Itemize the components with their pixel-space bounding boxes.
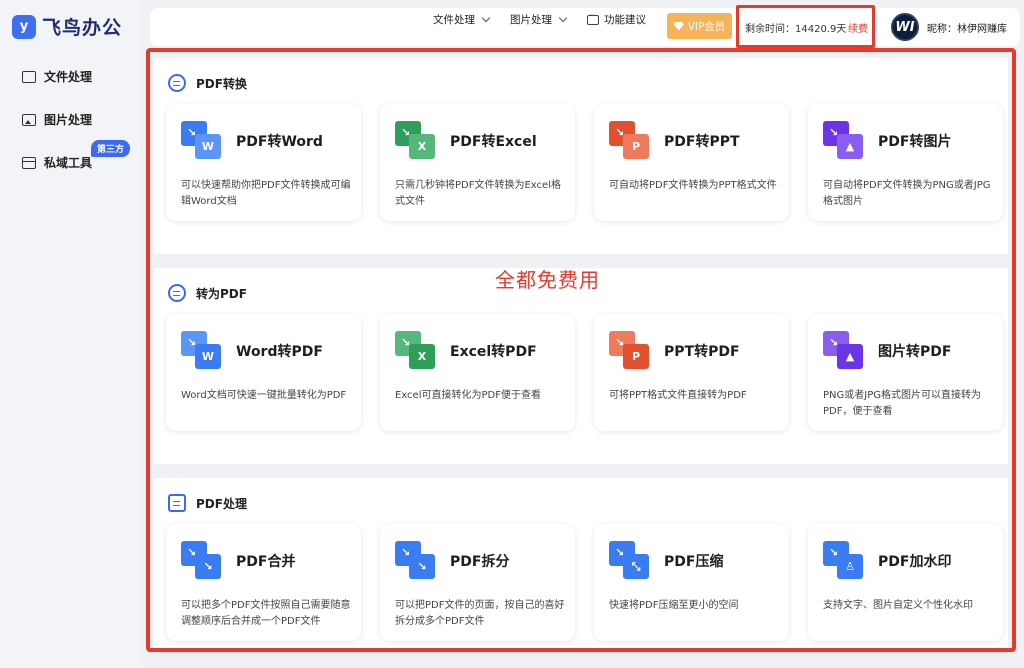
renew-link[interactable]: 续费	[848, 20, 868, 35]
image-file-icon: ↘ ▲	[823, 121, 865, 161]
card-description: 可以把PDF文件的页面，按自己的喜好拆分成多个PDF文件	[395, 600, 565, 627]
card-word-to-pdf[interactable]: ↘ W Word转PDF Word文档可快速一键批量转化为PDF	[166, 314, 361, 431]
word-file-icon: ↘ W	[181, 331, 223, 371]
nav-label: 功能建议	[604, 14, 646, 26]
card-pdf-to-word[interactable]: ↘ W PDF转Word 可以快速帮助你把PDF文件转换成可编辑Word文档	[166, 104, 361, 221]
card-description: 可自动将PDF文件转换为PNG或者JPG格式图片	[823, 180, 991, 207]
section-title-text: PDF处理	[196, 496, 247, 511]
card-title: PDF压缩	[664, 554, 724, 570]
chevron-down-icon	[558, 13, 568, 23]
section-title-text: PDF转换	[196, 76, 247, 91]
process-icon	[168, 494, 186, 512]
card-pdf-compress[interactable]: ↘ ⤡ PDF压缩快速将PDF压缩至更小的空间	[594, 524, 789, 641]
card-title: PPT转PDF	[664, 344, 740, 360]
image-icon	[22, 113, 36, 126]
ppt-file-icon: ↘ P	[609, 331, 651, 371]
merge-icon: ↘ ↘	[181, 541, 223, 581]
free-annotation: 全都免费用	[495, 268, 600, 292]
sidebar: y 飞鸟办公 文件处理 图片处理 私域工具 第三方	[0, 0, 140, 668]
main-content: PDF转换 转为PDF PDF处理 ↘ W PDF转Word 可以快速帮助你把PDF文…	[146, 48, 1016, 652]
card-title: PDF转Word	[236, 134, 323, 150]
nav-image-processing[interactable]: 图片处理	[510, 12, 568, 27]
card-pdf-to-excel[interactable]: ↘ X PDF转Excel 只需几秒钟将PDF文件转换为Excel格式文件	[380, 104, 575, 221]
card-ppt-to-pdf[interactable]: ↘ P PPT转PDF 可将PPT格式文件直接转为PDF	[594, 314, 789, 431]
avatar[interactable]: WI	[891, 13, 919, 41]
section-title: 转为PDF	[168, 284, 247, 302]
sidebar-item-label: 文件处理	[44, 70, 93, 84]
nav-label: 文件处理	[433, 14, 475, 26]
top-bar	[150, 8, 1020, 46]
card-title: Word转PDF	[236, 344, 323, 360]
chevron-down-icon	[481, 13, 491, 23]
diamond-icon	[673, 21, 684, 31]
refresh-icon	[168, 284, 186, 302]
nav-file-processing[interactable]: 文件处理	[433, 12, 491, 27]
image-file-icon: ↘ ▲	[823, 331, 865, 371]
app-logo[interactable]: y 飞鸟办公	[12, 13, 122, 40]
nav-label: 图片处理	[510, 14, 552, 26]
sidebar-item-file[interactable]: 文件处理	[22, 68, 92, 85]
card-title: 图片转PDF	[878, 344, 952, 360]
vip-button[interactable]: VIP会员	[667, 13, 732, 39]
card-title: Excel转PDF	[450, 344, 537, 360]
remaining-time: 剩余时间：14420.9天	[745, 24, 847, 35]
card-description: 只需几秒钟将PDF文件转换为Excel格式文件	[395, 180, 561, 207]
card-description: 可以把多个PDF文件按照自己需要随意调整顺序后合并成一个PDF文件	[181, 600, 351, 627]
card-pdf-split[interactable]: ↘ ↘ PDF拆分可以把PDF文件的页面，按自己的喜好拆分成多个PDF文件	[380, 524, 575, 641]
card-title: PDF合并	[236, 554, 296, 570]
sidebar-item-label: 私域工具	[44, 156, 93, 170]
vip-label: VIP会员	[687, 20, 726, 33]
card-title: PDF加水印	[878, 554, 952, 570]
split-icon: ↘ ↘	[395, 541, 437, 581]
excel-file-icon: ↘ X	[395, 121, 437, 161]
bird-logo-icon: y	[12, 14, 36, 39]
card-pdf-merge[interactable]: ↘ ↘ PDF合并可以把多个PDF文件按照自己需要随意调整顺序后合并成一个PDF文件	[166, 524, 361, 641]
toolbox-icon	[22, 156, 36, 169]
nickname: 昵称：林伊网赚库	[927, 24, 1007, 35]
card-description: 可将PPT格式文件直接转为PDF	[609, 390, 747, 401]
card-image-to-pdf[interactable]: ↘ ▲ 图片转PDF PNG或者JPG格式图片可以直接转为PDF，便于查看	[808, 314, 1003, 431]
card-description: 可以快速帮助你把PDF文件转换成可编辑Word文档	[181, 180, 351, 207]
card-title: PDF转Excel	[450, 134, 537, 150]
app-name: 飞鸟办公	[42, 17, 123, 39]
compress-icon: ↘ ⤡	[609, 541, 651, 581]
third-party-badge: 第三方	[91, 140, 131, 157]
card-description: PNG或者JPG格式图片可以直接转为PDF，便于查看	[823, 390, 981, 417]
card-title: PDF转PPT	[664, 134, 740, 150]
excel-file-icon: ↘ X	[395, 331, 437, 371]
card-pdf-watermark[interactable]: ↘ ♙ PDF加水印支持文字、图片自定义个性化水印	[808, 524, 1003, 641]
folder-icon	[22, 70, 36, 83]
card-description: 支持文字、图片自定义个性化水印	[823, 600, 973, 611]
section-title: PDF处理	[168, 494, 247, 512]
word-file-icon: ↘ W	[181, 121, 223, 161]
card-description: Excel可直接转化为PDF便于查看	[395, 390, 541, 401]
section-title-text: 转为PDF	[196, 286, 247, 301]
card-excel-to-pdf[interactable]: ↘ X Excel转PDF Excel可直接转化为PDF便于查看	[380, 314, 575, 431]
convert-icon	[168, 74, 186, 92]
card-title: PDF拆分	[450, 554, 510, 570]
card-description: 可自动将PDF文件转换为PPT格式文件	[609, 180, 777, 191]
card-description: 快速将PDF压缩至更小的空间	[609, 600, 739, 611]
card-description: Word文档可快速一键批量转化为PDF	[181, 390, 347, 401]
sidebar-item-image[interactable]: 图片处理	[22, 111, 92, 128]
sidebar-item-private-tools[interactable]: 私域工具	[22, 154, 92, 171]
chat-icon	[587, 11, 599, 25]
card-pdf-to-ppt[interactable]: ↘ P PDF转PPT 可自动将PDF文件转换为PPT格式文件	[594, 104, 789, 221]
card-title: PDF转图片	[878, 134, 952, 150]
watermark-icon: ↘ ♙	[823, 541, 865, 581]
section-title: PDF转换	[168, 74, 247, 92]
card-pdf-to-image[interactable]: ↘ ▲ PDF转图片可自动将PDF文件转换为PNG或者JPG格式图片	[808, 104, 1003, 221]
ppt-file-icon: ↘ P	[609, 121, 651, 161]
nav-feature-suggestion[interactable]: 功能建议	[587, 11, 646, 27]
sidebar-item-label: 图片处理	[44, 113, 93, 127]
